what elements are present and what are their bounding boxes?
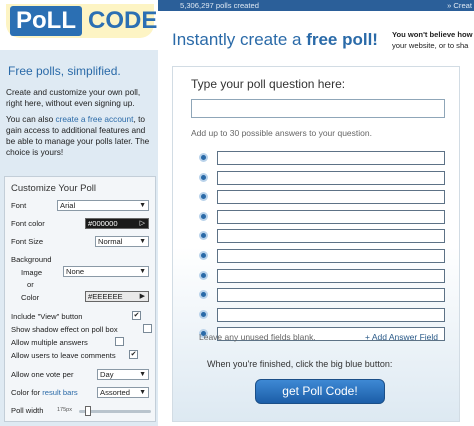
or-label: or: [27, 280, 34, 289]
chevron-down-icon: ▼: [139, 238, 146, 245]
font-size-select[interactable]: Normal ▼: [95, 236, 149, 247]
top-bar: 5,306,297 polls created » Creat: [158, 0, 474, 11]
side-note: You won't believe how your website, or t…: [392, 29, 473, 51]
poll-width-slider-handle[interactable]: [85, 406, 91, 416]
comments-label: Allow users to leave comments: [11, 351, 116, 360]
polls-created-count: 5,306,297 polls created: [180, 1, 259, 10]
poll-code-logo[interactable]: PoLL CODE: [6, 4, 158, 38]
radio-icon[interactable]: [199, 309, 208, 319]
customize-title: Customize Your Poll: [11, 183, 97, 194]
background-label: Background: [11, 255, 52, 264]
logo-poll: PoLL: [10, 6, 82, 36]
poll-code-page: PoLL CODE Free polls, simplified. Create…: [0, 0, 474, 426]
answers-label: Add up to 30 possible answers to your qu…: [191, 128, 372, 138]
answer-input[interactable]: [217, 151, 445, 165]
answer-input[interactable]: [217, 288, 445, 303]
shadow-checkbox[interactable]: [143, 324, 152, 333]
intro-p2-prefix: You can also: [6, 114, 56, 124]
logo-code: CODE: [88, 7, 158, 34]
intro-paragraph-1: Create and customize your own poll, righ…: [6, 87, 141, 108]
multiple-answers-checkbox[interactable]: [115, 337, 124, 346]
background-image-value: None: [66, 267, 85, 276]
font-color-value: #000000: [88, 219, 118, 228]
poll-width-label: Poll width: [11, 406, 44, 415]
background-color-picker[interactable]: #EEEEEE ▶: [85, 291, 149, 302]
result-bars-select[interactable]: Assorted ▼: [97, 387, 149, 398]
chevron-down-icon: ▼: [139, 389, 146, 396]
comments-checkbox[interactable]: ✔: [129, 350, 138, 359]
radio-icon[interactable]: [199, 153, 208, 162]
get-poll-code-button[interactable]: get Poll Code!: [255, 379, 385, 404]
side-note-line-2: your website, or to sha: [392, 41, 469, 50]
answer-input[interactable]: [217, 307, 445, 322]
radio-icon[interactable]: [199, 211, 208, 221]
hero-title-bold: free poll!: [306, 30, 378, 49]
font-label: Font: [11, 201, 27, 210]
radio-icon[interactable]: [199, 270, 208, 280]
include-view-label: Include "View" button: [11, 312, 83, 321]
result-bars-link[interactable]: result bars: [42, 388, 77, 397]
customize-panel: Customize Your Poll Font Arial ▼ Font co…: [4, 176, 156, 422]
font-size-value: Normal: [98, 237, 123, 246]
font-select[interactable]: Arial ▼: [57, 200, 149, 211]
font-size-label: Font Size: [11, 237, 44, 246]
chevron-down-icon: ▼: [139, 202, 146, 209]
create-link[interactable]: » Creat: [447, 0, 472, 11]
answer-input[interactable]: [217, 249, 445, 263]
question-input[interactable]: [191, 99, 445, 118]
result-bars-value: Assorted: [100, 388, 130, 397]
answer-input[interactable]: [217, 170, 445, 185]
background-color-value: #EEEEEE: [88, 292, 123, 301]
side-note-line-1: You won't believe how: [392, 30, 473, 39]
one-vote-value: Day: [100, 370, 114, 379]
leave-blank-hint: Leave any unused fields blank.: [199, 332, 316, 342]
triangle-right-icon: ▶: [139, 293, 145, 300]
result-bars-prefix: Color for: [11, 388, 43, 397]
chevron-down-icon: ▼: [139, 268, 146, 275]
answer-input[interactable]: [217, 268, 445, 283]
background-image-select[interactable]: None ▼: [63, 266, 149, 277]
one-vote-label: Allow one vote per: [11, 370, 74, 379]
add-answer-field-link[interactable]: + Add Answer Field: [365, 332, 438, 342]
one-vote-select[interactable]: Day ▼: [97, 369, 149, 380]
font-color-label: Font color: [11, 219, 45, 228]
finished-instruction: When you're finished, click the big blue…: [207, 359, 393, 369]
multiple-answers-label: Allow multiple answers: [11, 338, 88, 347]
hero-title: Instantly create a free poll!: [172, 30, 378, 50]
create-account-link[interactable]: create a free account: [56, 114, 134, 124]
intro-text: Create and customize your own poll, righ…: [6, 87, 154, 163]
answer-input[interactable]: [217, 229, 445, 244]
radio-icon[interactable]: [199, 251, 208, 260]
font-select-value: Arial: [60, 201, 76, 210]
hero-title-prefix: Instantly create a: [172, 30, 307, 49]
font-color-picker[interactable]: #000000 ▷: [85, 218, 149, 229]
result-bars-label: Color for result bars: [11, 388, 78, 397]
radio-icon[interactable]: [199, 231, 208, 241]
intro-paragraph-2: You can also create a free account, to g…: [6, 114, 154, 158]
chevron-down-icon: ▼: [139, 371, 146, 378]
question-label: Type your poll question here:: [191, 77, 346, 91]
shadow-label: Show shadow effect on poll box: [11, 325, 118, 334]
image-label: Image: [21, 268, 43, 277]
radio-icon[interactable]: [199, 172, 208, 182]
triangle-right-icon: ▷: [139, 220, 145, 227]
poll-builder-card: Type your poll question here: Add up to …: [172, 66, 460, 422]
include-view-checkbox[interactable]: ✔: [132, 311, 141, 320]
answer-input[interactable]: [217, 209, 445, 224]
tagline: Free polls, simplified.: [8, 64, 121, 78]
poll-width-value: 175px: [57, 407, 72, 413]
left-sidebar: PoLL CODE Free polls, simplified. Create…: [0, 0, 158, 426]
logo-area: PoLL CODE: [0, 0, 158, 50]
radio-icon[interactable]: [199, 192, 208, 202]
answer-input[interactable]: [217, 190, 445, 205]
color-label: Color: [21, 293, 40, 302]
